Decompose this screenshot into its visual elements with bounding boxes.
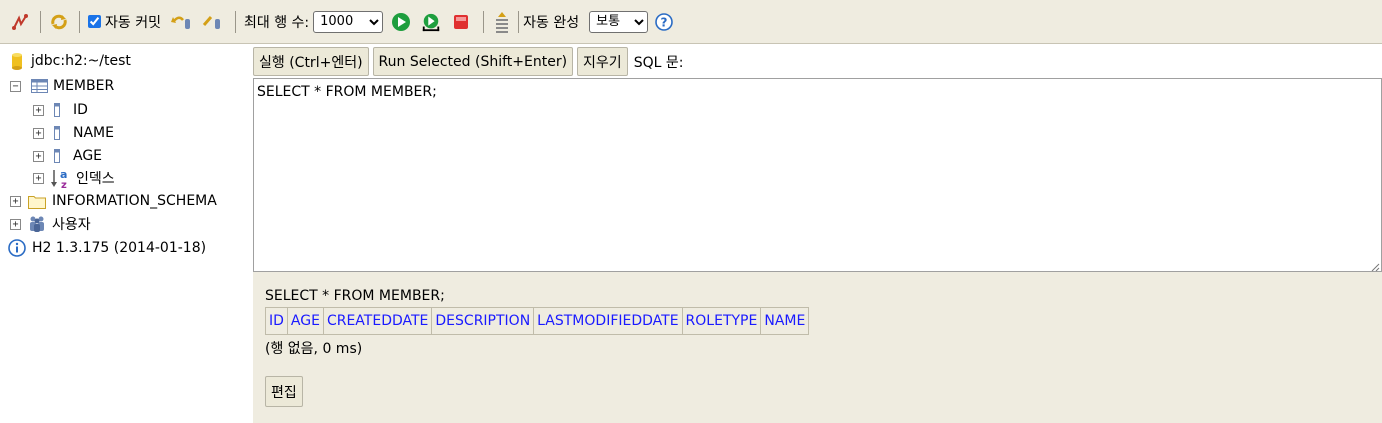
edit-button[interactable]: 편집 bbox=[265, 376, 303, 407]
result-column-header[interactable]: ID bbox=[265, 307, 288, 335]
table-label: MEMBER bbox=[53, 78, 115, 94]
users-icon bbox=[28, 215, 46, 233]
tree-node-schema[interactable]: + INFORMATION_SCHEMA bbox=[10, 190, 217, 212]
result-column-header[interactable]: CREATEDDATE bbox=[322, 307, 433, 335]
clear-button[interactable]: 지우기 bbox=[577, 47, 628, 76]
indexes-label: 인덱스 bbox=[76, 171, 115, 187]
auto-commit-checkbox[interactable] bbox=[88, 15, 101, 28]
column-icon bbox=[53, 101, 61, 119]
help-icon[interactable]: ? bbox=[654, 12, 674, 32]
folder-icon bbox=[28, 192, 46, 210]
sort-az-icon: az bbox=[50, 168, 72, 189]
result-column-header[interactable]: ROLETYPE bbox=[681, 307, 762, 335]
tree-node-table[interactable]: − MEMBER bbox=[10, 75, 114, 97]
database-icon bbox=[10, 52, 24, 70]
toolbar: 자동 커밋 최대 행 수: 1000 자동 완성 보통 ? bbox=[0, 0, 1382, 44]
expand-icon[interactable]: + bbox=[10, 218, 21, 230]
result-table: ID AGE CREATEDDATE DESCRIPTION LASTMODIFIEDD… bbox=[265, 307, 810, 335]
result-header-row: ID AGE CREATEDDATE DESCRIPTION LASTMODIFIEDD… bbox=[265, 307, 810, 335]
expand-icon[interactable]: + bbox=[33, 172, 44, 184]
max-rows-select[interactable]: 1000 bbox=[313, 10, 384, 33]
auto-complete-select[interactable]: 보통 bbox=[589, 10, 649, 33]
toolbar-separator bbox=[518, 10, 520, 33]
max-rows-label: 최대 행 수: bbox=[243, 14, 310, 31]
sql-editor-text: SELECT * FROM MEMBER; bbox=[257, 84, 437, 100]
expand-icon[interactable]: + bbox=[33, 127, 44, 139]
tree-node-version: H2 1.3.175 (2014-01-18) bbox=[8, 237, 206, 259]
column-label: AGE bbox=[73, 148, 103, 164]
stop-icon[interactable] bbox=[451, 12, 471, 32]
resize-grip-icon[interactable] bbox=[1370, 260, 1380, 272]
column-icon bbox=[53, 124, 61, 142]
version-label: H2 1.3.175 (2014-01-18) bbox=[32, 240, 207, 256]
table-icon bbox=[30, 77, 48, 95]
auto-commit-label: 자동 커밋 bbox=[105, 14, 161, 31]
result-sql: SELECT * FROM MEMBER; bbox=[265, 288, 445, 304]
tree-node-connection[interactable]: jdbc:h2:~/test bbox=[10, 50, 131, 72]
svg-text:?: ? bbox=[661, 15, 668, 29]
toolbar-separator bbox=[483, 10, 485, 33]
column-label: NAME bbox=[73, 125, 114, 141]
sql-editor[interactable]: SELECT * FROM MEMBER; bbox=[253, 78, 1382, 272]
schema-label: INFORMATION_SCHEMA bbox=[52, 193, 217, 209]
toolbar-separator bbox=[40, 10, 41, 33]
tree-node-column[interactable]: + ID bbox=[33, 99, 88, 121]
result-row-count: (행 없음, 0 ms) bbox=[265, 341, 363, 357]
connection-label: jdbc:h2:~/test bbox=[31, 53, 131, 69]
expand-icon[interactable]: + bbox=[33, 104, 44, 116]
result-column-header[interactable]: DESCRIPTION bbox=[431, 307, 535, 335]
auto-complete-label: 자동 완성 bbox=[523, 14, 580, 31]
users-label: 사용자 bbox=[52, 217, 91, 233]
tree-node-indexes[interactable]: + az 인덱스 bbox=[33, 167, 115, 189]
tree-node-users[interactable]: + 사용자 bbox=[10, 213, 91, 235]
info-icon bbox=[8, 239, 26, 257]
commit-icon[interactable] bbox=[201, 12, 225, 32]
refresh-icon[interactable] bbox=[49, 12, 69, 32]
sql-statement-label: SQL 문: bbox=[633, 54, 684, 71]
disconnect-icon[interactable] bbox=[10, 12, 30, 32]
svg-text:z: z bbox=[61, 180, 67, 189]
run-selected-icon[interactable] bbox=[421, 12, 441, 32]
tree-node-column[interactable]: + NAME bbox=[33, 122, 114, 144]
query-bar: 실행 (Ctrl+엔터) Run Selected (Shift+Enter) … bbox=[253, 45, 1382, 78]
collapse-icon[interactable]: − bbox=[10, 80, 21, 92]
run-selected-button[interactable]: Run Selected (Shift+Enter) bbox=[372, 47, 574, 76]
toolbar-separator bbox=[79, 10, 80, 33]
column-label: ID bbox=[73, 102, 88, 118]
run-icon[interactable] bbox=[391, 12, 411, 32]
run-button[interactable]: 실행 (Ctrl+엔터) bbox=[253, 47, 369, 76]
column-icon bbox=[53, 147, 61, 165]
results-panel: SELECT * FROM MEMBER; ID AGE CREATEDDATE DE… bbox=[253, 272, 1382, 423]
expand-icon[interactable]: + bbox=[10, 195, 21, 207]
tree-node-column[interactable]: + AGE bbox=[33, 145, 102, 167]
result-column-header[interactable]: NAME bbox=[760, 307, 810, 335]
result-column-header[interactable]: AGE bbox=[286, 307, 324, 335]
result-column-header[interactable]: LASTMODIFIEDDATE bbox=[533, 307, 683, 335]
expand-icon[interactable]: + bbox=[33, 150, 44, 162]
rollback-icon[interactable] bbox=[170, 12, 195, 32]
history-icon[interactable] bbox=[492, 11, 512, 33]
toolbar-separator bbox=[234, 10, 236, 33]
object-tree: jdbc:h2:~/test − MEMBER + ID + NAME + AG… bbox=[0, 45, 253, 423]
